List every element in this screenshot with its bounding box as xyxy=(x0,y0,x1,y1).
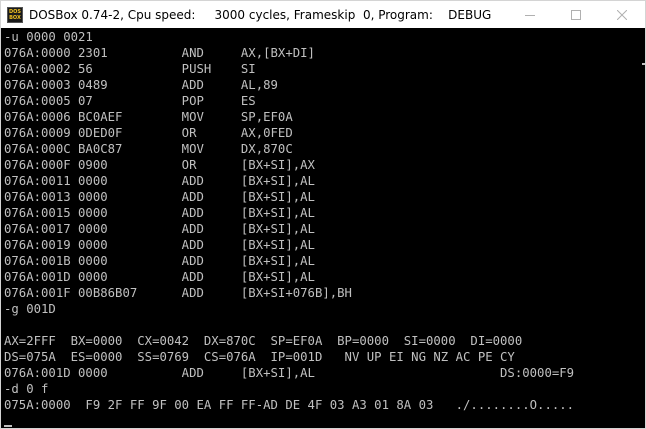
text-cursor xyxy=(4,425,12,427)
terminal-line: 076A:0017 0000 ADD [BX+SI],AL xyxy=(4,222,315,236)
maximize-icon xyxy=(571,9,581,20)
minimize-icon xyxy=(525,14,535,16)
terminal-line: 076A:0009 0DED0F OR AX,0FED xyxy=(4,126,293,140)
terminal-output: -u 0000 0021 076A:0000 2301 AND AX,[BX+DI… xyxy=(4,29,574,413)
terminal-line: AX=2FFF BX=0000 CX=0042 DX=870C SP=EF0A … xyxy=(4,334,523,348)
terminal-line: 076A:001F 00B86B07 ADD [BX+SI+076B],BH xyxy=(4,286,352,300)
minimize-button[interactable] xyxy=(507,1,553,28)
terminal-line: 076A:0013 0000 ADD [BX+SI],AL xyxy=(4,190,315,204)
terminal-line: 076A:0015 0000 ADD [BX+SI],AL xyxy=(4,206,315,220)
terminal-line: 076A:000C BA0C87 MOV DX,870C xyxy=(4,142,293,156)
terminal-line: -u 0000 0021 xyxy=(4,30,93,44)
terminal-line: 076A:0002 56 PUSH SI xyxy=(4,62,256,76)
window-controls xyxy=(507,1,645,28)
terminal-line: 076A:0005 07 POP ES xyxy=(4,94,256,108)
terminal-line: 076A:0019 0000 ADD [BX+SI],AL xyxy=(4,238,315,252)
dos-screen[interactable]: -u 0000 0021 076A:0000 2301 AND AX,[BX+DI… xyxy=(1,28,645,428)
title-bar[interactable]: DOS BOX DOSBox 0.74-2, Cpu speed: 3000 c… xyxy=(1,1,645,28)
close-icon xyxy=(617,9,627,20)
icon-text-bottom: BOX xyxy=(9,14,21,21)
terminal-line: DS=075A ES=0000 SS=0769 CS=076A IP=001D … xyxy=(4,350,515,364)
terminal-line: 076A:001D 0000 ADD [BX+SI],AL xyxy=(4,270,315,284)
terminal-line: 076A:001B 0000 ADD [BX+SI],AL xyxy=(4,254,315,268)
dosbox-window: DOS BOX DOSBox 0.74-2, Cpu speed: 3000 c… xyxy=(0,0,646,429)
terminal-line: 076A:0011 0000 ADD [BX+SI],AL xyxy=(4,174,315,188)
terminal-line: 075A:0000 F9 2F FF 9F 00 EA FF FF-AD DE … xyxy=(4,398,575,412)
close-button[interactable] xyxy=(599,1,645,28)
dosbox-icon[interactable]: DOS BOX xyxy=(7,6,23,23)
terminal-line: -g 001D xyxy=(4,302,56,316)
screen-edge-artifact xyxy=(642,63,645,65)
terminal-line: 076A:0000 2301 AND AX,[BX+DI] xyxy=(4,46,315,60)
terminal-line: -d 0 f xyxy=(4,382,49,396)
terminal-line: 076A:000F 0900 OR [BX+SI],AX xyxy=(4,158,315,172)
terminal-line: 076A:0003 0489 ADD AL,89 xyxy=(4,78,278,92)
window-title: DOSBox 0.74-2, Cpu speed: 3000 cycles, F… xyxy=(29,7,492,22)
maximize-button[interactable] xyxy=(553,1,599,28)
terminal-line: 076A:0006 BC0AEF MOV SP,EF0A xyxy=(4,110,293,124)
terminal-line: 076A:001D 0000 ADD [BX+SI],AL DS:0000=F9 xyxy=(4,366,575,380)
